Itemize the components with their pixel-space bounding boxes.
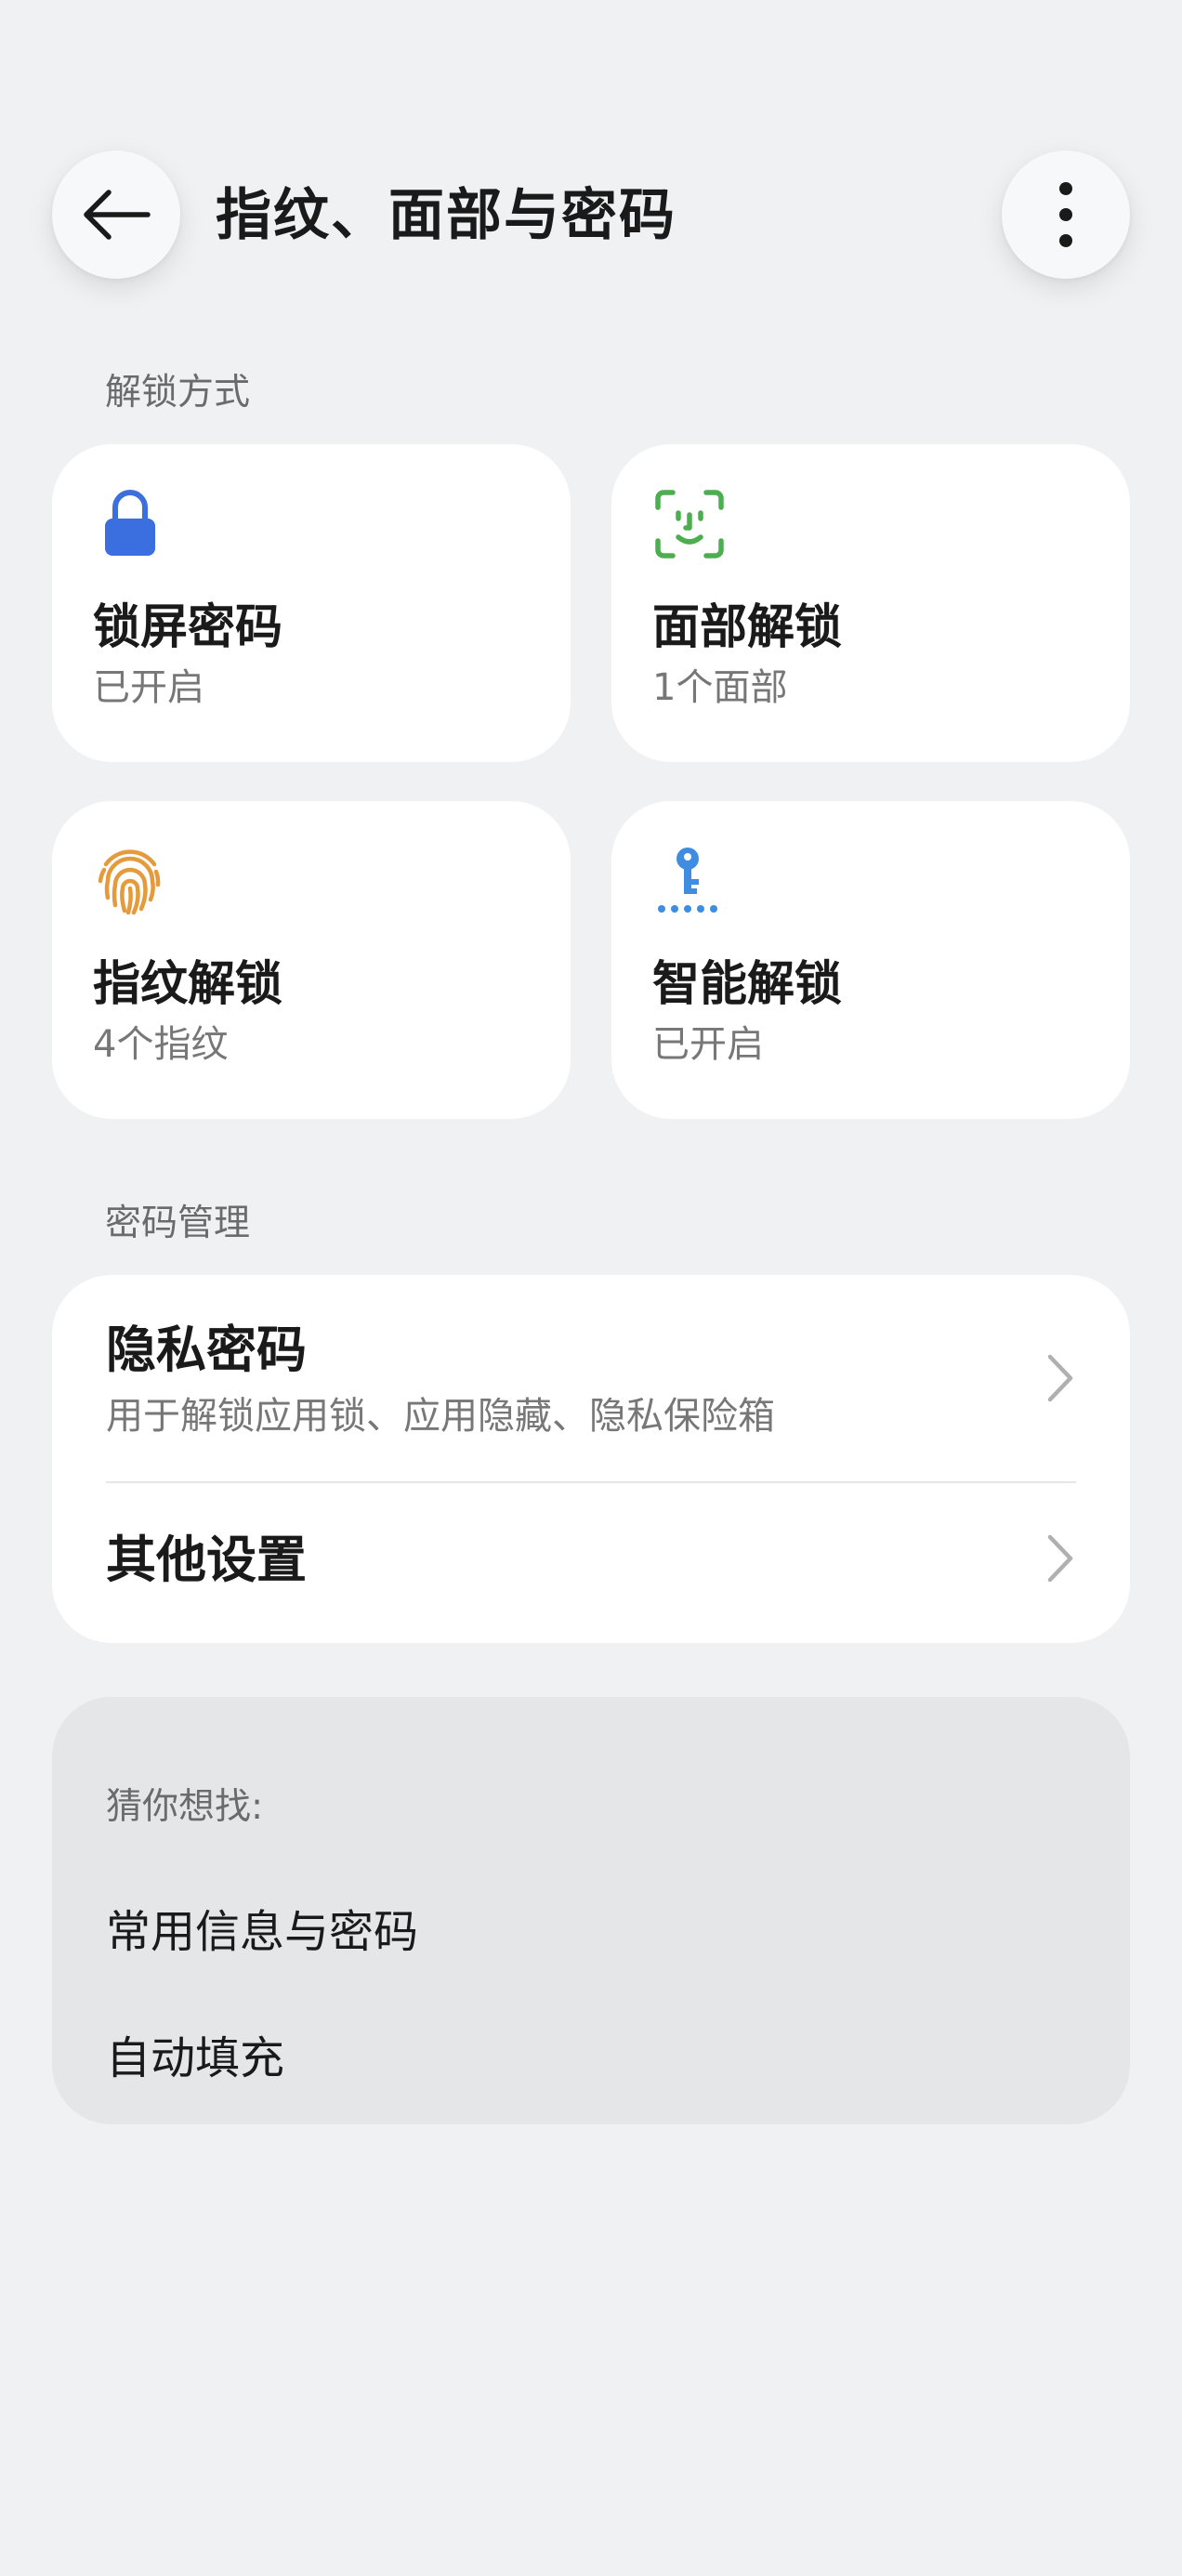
chevron-right-icon <box>1047 1534 1073 1583</box>
lock-icon <box>105 490 155 556</box>
more-vertical-icon <box>1059 182 1072 247</box>
fingerprint-icon <box>98 849 161 915</box>
tile-fingerprint-unlock[interactable]: 指纹解锁 4个指纹 <box>52 801 571 1119</box>
back-button[interactable] <box>52 151 180 279</box>
chevron-right-icon <box>1047 1354 1073 1402</box>
arrow-left-icon <box>84 190 151 240</box>
section-label-password: 密码管理 <box>105 1203 251 1244</box>
tile-title: 锁屏密码 <box>93 600 283 655</box>
tile-status: 4个指纹 <box>93 1023 229 1066</box>
other-settings-title: 其他设置 <box>106 1531 307 1589</box>
tile-title: 智能解锁 <box>652 957 843 1012</box>
password-management-card: 隐私密码 用于解锁应用锁、应用隐藏、隐私保险箱 其他设置 <box>52 1275 1130 1643</box>
tile-face-unlock[interactable]: 面部解锁 1个面部 <box>611 444 1130 762</box>
tile-title: 面部解锁 <box>652 600 843 655</box>
privacy-password-title: 隐私密码 <box>106 1321 307 1379</box>
privacy-password-desc: 用于解锁应用锁、应用隐藏、隐私保险箱 <box>106 1395 775 1438</box>
face-scan-icon <box>655 490 724 559</box>
smart-key-icon <box>658 848 717 913</box>
suggestion-item[interactable]: 自动填充 <box>106 2030 284 2087</box>
section-label-unlock: 解锁方式 <box>105 372 251 414</box>
tile-status: 1个面部 <box>652 666 788 709</box>
suggestions-label: 猜你想找: <box>106 1786 264 1828</box>
other-settings-row[interactable]: 其他设置 <box>52 1483 1130 1643</box>
tile-status: 已开启 <box>93 666 204 709</box>
tile-smart-unlock[interactable]: 智能解锁 已开启 <box>611 801 1130 1119</box>
suggestions-panel: 猜你想找: 常用信息与密码 自动填充 <box>52 1697 1130 2124</box>
tile-title: 指纹解锁 <box>93 957 283 1012</box>
more-button[interactable] <box>1002 151 1130 279</box>
tile-lock-screen-password[interactable]: 锁屏密码 已开启 <box>52 444 571 762</box>
suggestion-item[interactable]: 常用信息与密码 <box>106 1903 418 1961</box>
page-title: 指纹、面部与密码 <box>216 183 676 248</box>
privacy-password-row[interactable]: 隐私密码 用于解锁应用锁、应用隐藏、隐私保险箱 <box>52 1275 1130 1481</box>
tile-status: 已开启 <box>652 1023 764 1066</box>
